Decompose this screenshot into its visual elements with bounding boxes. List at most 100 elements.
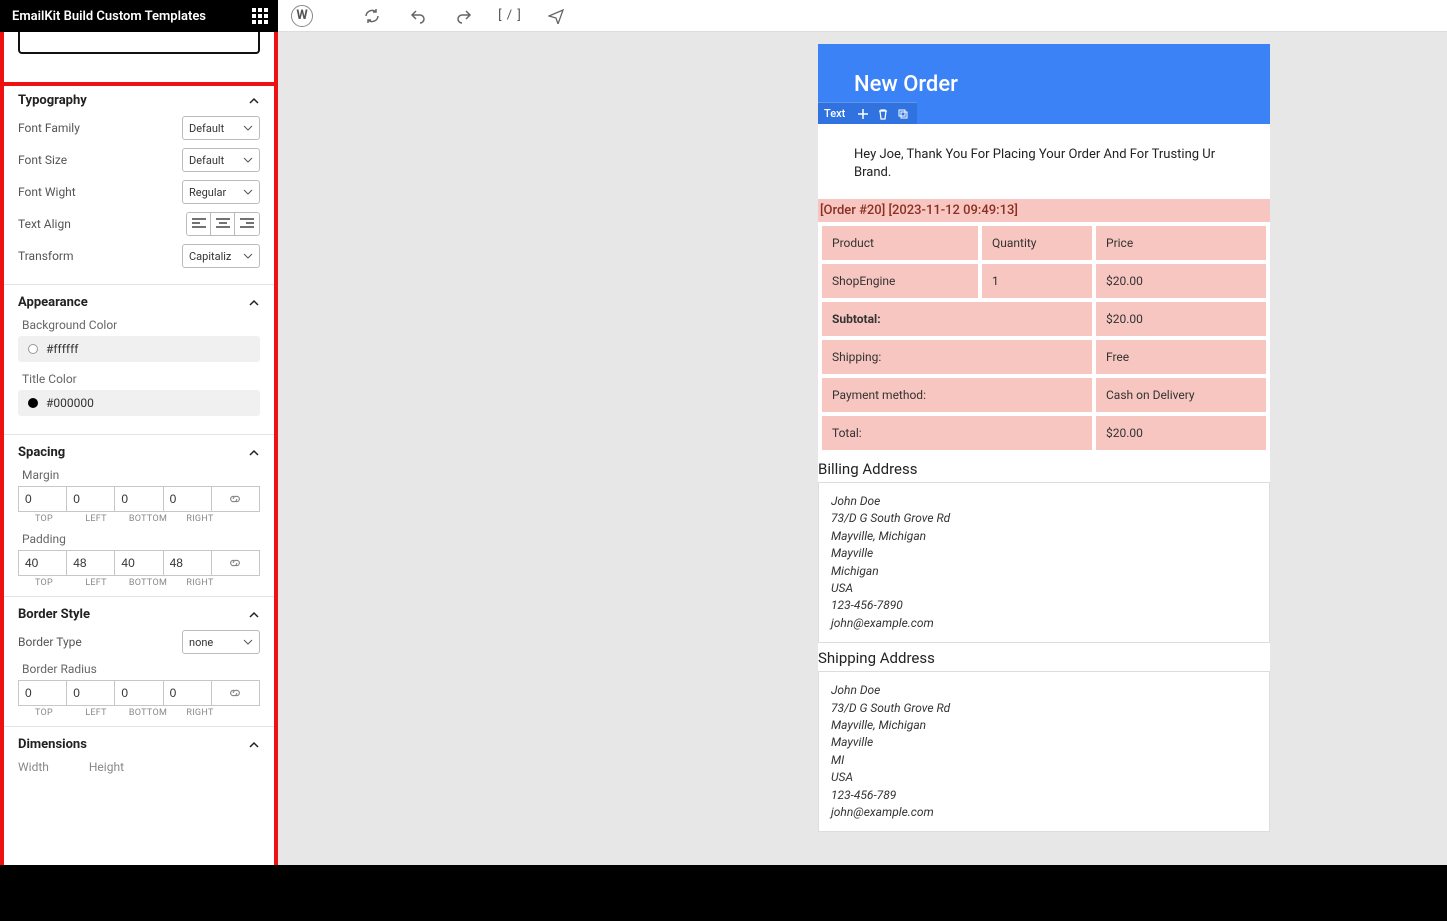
section-border-head[interactable]: Border Style: [18, 607, 260, 622]
text-align-group: [186, 212, 260, 236]
margin-right-input[interactable]: [164, 487, 211, 511]
padding-left-input[interactable]: [67, 551, 114, 575]
section-appearance: Appearance Background Color #ffffff Titl…: [4, 284, 274, 434]
th-quantity: Quantity: [982, 226, 1092, 260]
height-label: Height: [89, 760, 124, 774]
undo-button[interactable]: [404, 2, 432, 30]
address-line: john@example.com: [831, 804, 1257, 821]
section-spacing: Spacing Margin TOPLEFTBOTTOMRIGHT Paddin…: [4, 434, 274, 596]
bg-color-field[interactable]: #ffffff: [18, 336, 260, 362]
collapsed-preview-box: [18, 32, 260, 54]
padding-inputs: [18, 550, 260, 576]
border-type-select[interactable]: none: [182, 630, 260, 654]
padding-top-input[interactable]: [19, 551, 66, 575]
font-family-select[interactable]: Default: [182, 116, 260, 140]
title-swatch-icon: [28, 398, 38, 408]
font-weight-select[interactable]: Regular: [182, 180, 260, 204]
refresh-button[interactable]: [358, 2, 386, 30]
address-line: 73/D G South Grove Rd: [831, 510, 1257, 527]
address-line: USA: [831, 769, 1257, 786]
border-radius-inputs: [18, 680, 260, 706]
border-radius-label: Border Radius: [22, 662, 260, 676]
editor-toolbar: W [ / ]: [278, 0, 1447, 32]
chevron-up-icon: [248, 297, 260, 309]
chevron-up-icon: [248, 609, 260, 621]
bg-swatch-icon: [28, 344, 38, 354]
duplicate-element-button[interactable]: [897, 108, 909, 120]
order-table[interactable]: Product Quantity Price ShopEngine 1 $20.…: [818, 222, 1270, 454]
selection-label: Text: [824, 107, 849, 120]
address-line: Mayville, Michigan: [831, 717, 1257, 734]
shipping-address[interactable]: John Doe73/D G South Grove RdMayville, M…: [818, 671, 1270, 832]
margin-left-input[interactable]: [67, 487, 114, 511]
margin-inputs: [18, 486, 260, 512]
align-left-button[interactable]: [187, 213, 211, 235]
greeting-text[interactable]: Hey Joe, Thank You For Placing Your Orde…: [818, 124, 1270, 199]
radius-top-input[interactable]: [19, 681, 66, 705]
section-spacing-head[interactable]: Spacing: [18, 445, 260, 460]
address-line: Mayville, Michigan: [831, 528, 1257, 545]
address-line: Michigan: [831, 563, 1257, 580]
address-line: USA: [831, 580, 1257, 597]
align-right-button[interactable]: [235, 213, 259, 235]
title-color-field[interactable]: #000000: [18, 390, 260, 416]
font-weight-label: Font Wight: [18, 185, 76, 199]
redo-button[interactable]: [450, 2, 478, 30]
radius-left-input[interactable]: [67, 681, 114, 705]
selection-toolbar: Text: [818, 102, 917, 124]
email-header-title: New Order: [854, 72, 958, 97]
address-line: John Doe: [831, 493, 1257, 510]
table-row: Shipping:Free: [822, 340, 1266, 374]
address-line: 123-456-789: [831, 787, 1257, 804]
wordpress-icon: W: [291, 5, 313, 27]
address-line: John Doe: [831, 682, 1257, 699]
font-family-label: Font Family: [18, 121, 80, 135]
section-typography-head[interactable]: Typography: [18, 93, 260, 108]
address-line: Mayville: [831, 734, 1257, 751]
width-label: Width: [18, 760, 49, 774]
th-product: Product: [822, 226, 978, 260]
radius-bottom-input[interactable]: [115, 681, 162, 705]
section-typography: Typography Font Family Default Font Size…: [4, 82, 274, 284]
table-row: Total:$20.00: [822, 416, 1266, 450]
section-dimensions-head[interactable]: Dimensions: [18, 737, 260, 752]
margin-label: Margin: [22, 468, 260, 482]
editor-canvas[interactable]: New Order Text Hey Joe, Thank You For Pl…: [278, 32, 1447, 921]
address-line: 123-456-7890: [831, 597, 1257, 614]
order-meta[interactable]: [Order #20] [2023-11-12 09:49:13]: [818, 199, 1270, 222]
highlight-border: [0, 82, 278, 86]
shortcode-button[interactable]: [ / ]: [496, 2, 524, 30]
table-row: ShopEngine 1 $20.00: [822, 264, 1266, 298]
section-appearance-head[interactable]: Appearance: [18, 295, 260, 310]
font-size-select[interactable]: Default: [182, 148, 260, 172]
padding-label: Padding: [22, 532, 260, 546]
margin-link-button[interactable]: [211, 486, 260, 512]
address-line: Mayville: [831, 545, 1257, 562]
padding-right-input[interactable]: [164, 551, 211, 575]
padding-bottom-input[interactable]: [115, 551, 162, 575]
address-line: MI: [831, 752, 1257, 769]
margin-bottom-input[interactable]: [115, 487, 162, 511]
wordpress-button[interactable]: W: [288, 2, 316, 30]
radius-right-input[interactable]: [164, 681, 211, 705]
chevron-up-icon: [248, 739, 260, 751]
align-center-button[interactable]: [211, 213, 235, 235]
send-button[interactable]: [542, 2, 570, 30]
apps-icon[interactable]: [252, 8, 268, 24]
transform-label: Transform: [18, 249, 74, 263]
transform-select[interactable]: Capitaliz: [182, 244, 260, 268]
title-color-label: Title Color: [22, 372, 260, 386]
font-size-label: Font Size: [18, 153, 67, 167]
address-line: 73/D G South Grove Rd: [831, 700, 1257, 717]
radius-link-button[interactable]: [211, 680, 260, 706]
style-panel: Typography Font Family Default Font Size…: [0, 32, 278, 921]
margin-top-input[interactable]: [19, 487, 66, 511]
add-element-button[interactable]: [857, 108, 869, 120]
delete-element-button[interactable]: [877, 108, 889, 120]
email-header[interactable]: New Order Text: [818, 44, 1270, 124]
address-line: john@example.com: [831, 615, 1257, 632]
billing-address[interactable]: John Doe73/D G South Grove RdMayville, M…: [818, 482, 1270, 643]
email-preview[interactable]: New Order Text Hey Joe, Thank You For Pl…: [818, 44, 1270, 832]
table-row: Subtotal:$20.00: [822, 302, 1266, 336]
padding-link-button[interactable]: [211, 550, 260, 576]
